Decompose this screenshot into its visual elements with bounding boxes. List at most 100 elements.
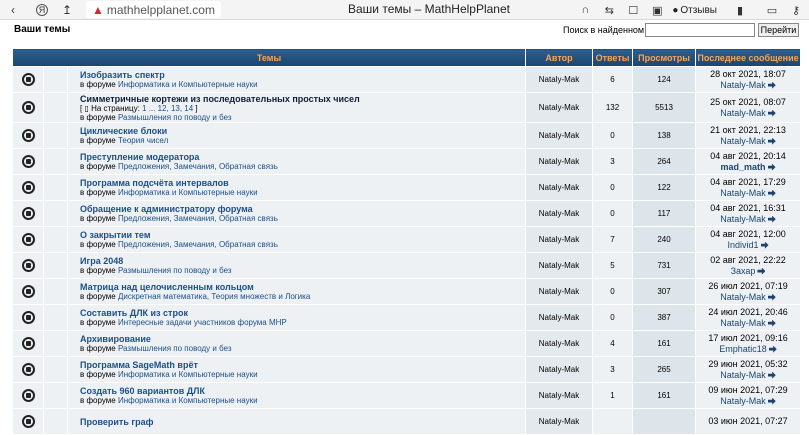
pagination-links[interactable]: 1 ... 12, 13, 14 (142, 104, 193, 113)
go-to-post-icon[interactable] (767, 137, 776, 145)
last-post-cell: 04 авг 2021, 12:00 Individ1 (695, 226, 802, 253)
headphones-icon[interactable]: ∩ (576, 1, 594, 19)
search-input[interactable] (645, 23, 755, 37)
author-cell[interactable]: Nataly-Mak (525, 304, 594, 331)
back-icon[interactable]: ‹ (4, 1, 22, 19)
author-cell[interactable]: Nataly-Mak (525, 382, 594, 409)
forum-link[interactable]: Информатика и Компьютерные науки (118, 188, 258, 197)
forum-link[interactable]: Информатика и Компьютерные науки (118, 80, 258, 89)
forum-link[interactable]: Предложения, Замечания, Обратная связь (118, 214, 278, 223)
author-cell[interactable]: Nataly-Mak (525, 148, 594, 175)
key-icon[interactable]: ⚷ (787, 1, 805, 19)
last-post-user[interactable]: Nataly-Mak (720, 214, 766, 224)
search-go-button[interactable]: Перейти (758, 23, 799, 37)
forum-link[interactable]: Размышления по поводу и без (118, 113, 232, 122)
forum-link[interactable]: Интересные задачи участников форума MHP (118, 318, 287, 327)
go-to-post-icon[interactable] (767, 109, 776, 117)
go-to-post-icon[interactable] (767, 163, 776, 171)
topic-title-link[interactable]: Составить ДЛК из строк (80, 308, 525, 318)
page-header: Ваши темы Поиск в найденном: Перейти (0, 21, 809, 39)
last-post-user[interactable]: Emphatic18 (719, 344, 767, 354)
topic-title-link[interactable]: Создать 960 вариантов ДЛК (80, 386, 525, 396)
go-to-post-icon[interactable] (768, 345, 777, 353)
author-cell[interactable]: Nataly-Mak (525, 408, 594, 435)
author-cell[interactable]: Nataly-Mak (525, 356, 594, 383)
topic-title-link[interactable]: Матрица над целочисленным кольцом (80, 282, 525, 292)
author-cell[interactable]: Nataly-Mak (525, 330, 594, 357)
topic-title-link[interactable]: Циклические блоки (80, 126, 525, 136)
translate-icon[interactable]: ⇆ (600, 1, 618, 19)
forum-link[interactable]: Предложения, Замечания, Обратная связь (118, 162, 278, 171)
topic-extra-cell (43, 330, 68, 357)
topic-title-link[interactable]: Архивирование (80, 334, 525, 344)
go-to-post-icon[interactable] (767, 319, 776, 327)
topic-title-link[interactable]: Изобразить спектр (80, 70, 525, 80)
last-post-cell: 28 окт 2021, 18:07 Nataly-Mak (695, 66, 802, 93)
author-cell[interactable]: Nataly-Mak (525, 92, 594, 123)
topic-cell: Симметричные кортежи из последовательных… (66, 92, 527, 123)
topic-cell: Игра 2048 в форуме Размышления по поводу… (66, 252, 527, 279)
address-bar[interactable]: ▲ mathhelpplanet.com (86, 1, 221, 18)
topic-title-link[interactable]: О закрытии тем (80, 230, 525, 240)
go-to-post-icon[interactable] (767, 215, 776, 223)
go-to-post-icon[interactable] (767, 371, 776, 379)
last-post-date: 03 июн 2021, 07:27 (708, 416, 788, 426)
forum-link[interactable]: Размышления по поводу и без (118, 266, 232, 275)
share-icon[interactable]: ↥ (58, 1, 76, 19)
lock-icon[interactable]: ▭ (763, 1, 781, 19)
bookmark-icon[interactable]: ▮ (731, 1, 749, 19)
author-cell[interactable]: Nataly-Mak (525, 200, 594, 227)
last-post-user[interactable]: Nataly-Mak (720, 370, 766, 380)
last-post-user[interactable]: Nataly-Mak (720, 292, 766, 302)
forum-link[interactable]: Информатика и Компьютерные науки (118, 396, 258, 405)
yandex-icon[interactable]: Я (36, 3, 48, 16)
last-post-user[interactable]: Individ1 (728, 240, 759, 250)
topic-cell: Преступление модератора в форуме Предлож… (66, 148, 527, 175)
topic-title-link[interactable]: Программа подсчёта интервалов (80, 178, 525, 188)
page-icon: ▯ (84, 103, 89, 113)
go-to-post-icon[interactable] (767, 81, 776, 89)
topic-title-link[interactable]: Игра 2048 (80, 256, 525, 266)
author-cell[interactable]: Nataly-Mak (525, 66, 594, 93)
author-cell[interactable]: Nataly-Mak (525, 122, 594, 149)
author-cell[interactable]: Nataly-Mak (525, 174, 594, 201)
topic-title-link[interactable]: Симметричные кортежи из последовательных… (80, 94, 525, 104)
extension-icon[interactable]: ▣ (648, 1, 666, 19)
topic-status-icon (21, 311, 35, 324)
topic-title-link[interactable]: Обращение к администратору форума (80, 204, 525, 214)
go-to-post-icon[interactable] (767, 293, 776, 301)
topic-extra-cell (43, 148, 68, 175)
replies-cell: 0 (592, 278, 634, 305)
last-post-user[interactable]: Nataly-Mak (720, 318, 766, 328)
replies-cell (592, 408, 634, 435)
last-post-user-line: Nataly-Mak (696, 108, 800, 119)
last-post-user[interactable]: Захар (731, 266, 756, 276)
go-to-post-icon[interactable] (767, 397, 776, 405)
last-post-user[interactable]: Nataly-Mak (720, 396, 766, 406)
forum-link[interactable]: Теория чисел (118, 136, 168, 145)
last-post-user[interactable]: Nataly-Mak (720, 136, 766, 146)
last-post-user[interactable]: mad_math (721, 162, 766, 172)
author-cell[interactable]: Nataly-Mak (525, 226, 594, 253)
go-to-post-icon[interactable] (760, 241, 769, 249)
go-to-post-icon[interactable] (757, 267, 766, 275)
topic-title-link[interactable]: Программа SageMath врёт (80, 360, 525, 370)
table-row: Архивирование в форуме Размышления по по… (12, 330, 802, 357)
reviews-button[interactable]: ● Отзывы (672, 5, 717, 16)
topic-forum-line: в форуме Предложения, Замечания, Обратна… (80, 214, 525, 223)
author-cell[interactable]: Nataly-Mak (525, 252, 594, 279)
topic-title-link[interactable]: Преступление модератора (80, 152, 525, 162)
last-post-user[interactable]: Nataly-Mak (720, 188, 766, 198)
forum-link[interactable]: Информатика и Компьютерные науки (118, 370, 258, 379)
topic-cell: О закрытии тем в форуме Предложения, Зам… (66, 226, 527, 253)
last-post-user[interactable]: Nataly-Mak (720, 108, 766, 118)
topic-title-link[interactable]: Проверить граф (80, 417, 525, 427)
last-post-user[interactable]: Nataly-Mak (720, 80, 766, 90)
forum-link[interactable]: Размышления по поводу и без (118, 344, 232, 353)
go-to-post-icon[interactable] (767, 189, 776, 197)
forum-link[interactable]: Дискретная математика, Теория множеств и… (118, 292, 310, 301)
forum-link[interactable]: Предложения, Замечания, Обратная связь (118, 240, 278, 249)
author-cell[interactable]: Nataly-Mak (525, 278, 594, 305)
column-views: Просмотры (632, 48, 697, 67)
bookmark-outline-icon[interactable]: ☐ (624, 1, 642, 19)
